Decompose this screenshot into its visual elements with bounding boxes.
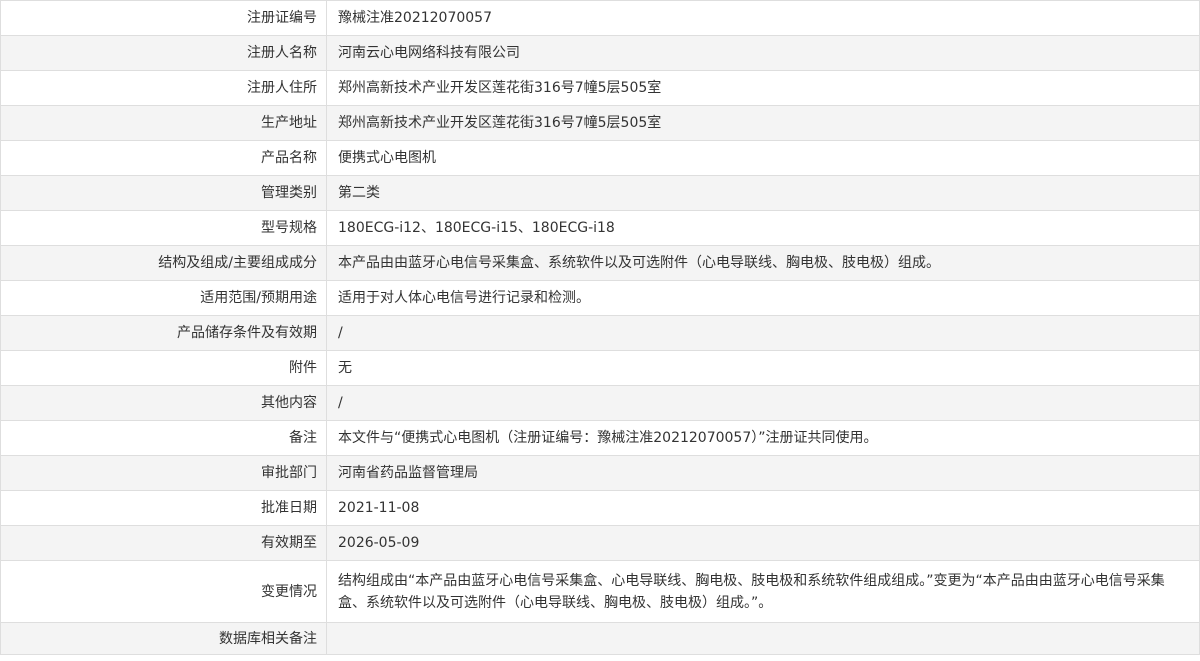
table-row: 产品储存条件及有效期 /	[0, 315, 1200, 351]
field-value-registrant-address: 郑州高新技术产业开发区莲花街316号7幢5层505室	[326, 70, 1200, 106]
field-value-management-category: 第二类	[326, 175, 1200, 211]
table-row: 注册人名称 河南云心电网络科技有限公司	[0, 35, 1200, 71]
table-row: 审批部门 河南省药品监督管理局	[0, 455, 1200, 491]
field-label-registrant-name: 注册人名称	[0, 35, 327, 71]
field-label-registrant-address: 注册人住所	[0, 70, 327, 106]
field-value-database-remarks	[326, 622, 1200, 655]
field-value-product-name: 便携式心电图机	[326, 140, 1200, 176]
field-value-structure-composition: 本产品由由蓝牙心电信号采集盒、系统软件以及可选附件（心电导联线、胸电极、肢电极）…	[326, 245, 1200, 281]
table-row: 产品名称 便携式心电图机	[0, 140, 1200, 176]
field-value-approval-department: 河南省药品监督管理局	[326, 455, 1200, 491]
field-label-attachment: 附件	[0, 350, 327, 386]
table-row: 注册证编号 豫械注准20212070057	[0, 0, 1200, 36]
field-value-production-address: 郑州高新技术产业开发区莲花街316号7幢5层505室	[326, 105, 1200, 141]
field-label-change-history: 变更情况	[0, 560, 327, 623]
field-label-structure-composition: 结构及组成/主要组成成分	[0, 245, 327, 281]
field-value-model-spec: 180ECG-i12、180ECG-i15、180ECG-i18	[326, 210, 1200, 246]
table-row: 结构及组成/主要组成成分 本产品由由蓝牙心电信号采集盒、系统软件以及可选附件（心…	[0, 245, 1200, 281]
field-label-production-address: 生产地址	[0, 105, 327, 141]
table-row: 生产地址 郑州高新技术产业开发区莲花街316号7幢5层505室	[0, 105, 1200, 141]
field-label-database-remarks: 数据库相关备注	[0, 622, 327, 655]
field-label-storage-validity: 产品储存条件及有效期	[0, 315, 327, 351]
field-label-model-spec: 型号规格	[0, 210, 327, 246]
field-value-attachment: 无	[326, 350, 1200, 386]
field-value-registration-number: 豫械注准20212070057	[326, 0, 1200, 36]
table-row: 注册人住所 郑州高新技术产业开发区莲花街316号7幢5层505室	[0, 70, 1200, 106]
table-row: 变更情况 结构组成由“本产品由蓝牙心电信号采集盒、心电导联线、胸电极、肢电极和系…	[0, 560, 1200, 623]
field-value-remarks: 本文件与“便携式心电图机（注册证编号：豫械注准20212070057）”注册证共…	[326, 420, 1200, 456]
field-value-valid-until: 2026-05-09	[326, 525, 1200, 561]
field-label-intended-use: 适用范围/预期用途	[0, 280, 327, 316]
table-row: 批准日期 2021-11-08	[0, 490, 1200, 526]
field-label-registration-number: 注册证编号	[0, 0, 327, 36]
field-label-valid-until: 有效期至	[0, 525, 327, 561]
table-row: 附件 无	[0, 350, 1200, 386]
table-row: 适用范围/预期用途 适用于对人体心电信号进行记录和检测。	[0, 280, 1200, 316]
table-row: 有效期至 2026-05-09	[0, 525, 1200, 561]
registration-info-table: 注册证编号 豫械注准20212070057 注册人名称 河南云心电网络科技有限公…	[0, 0, 1200, 655]
field-value-change-history: 结构组成由“本产品由蓝牙心电信号采集盒、心电导联线、胸电极、肢电极和系统软件组成…	[326, 560, 1200, 623]
field-value-other-content: /	[326, 385, 1200, 421]
field-value-storage-validity: /	[326, 315, 1200, 351]
field-value-registrant-name: 河南云心电网络科技有限公司	[326, 35, 1200, 71]
field-label-approval-department: 审批部门	[0, 455, 327, 491]
table-row: 数据库相关备注	[0, 622, 1200, 655]
table-row: 其他内容 /	[0, 385, 1200, 421]
table-row: 备注 本文件与“便携式心电图机（注册证编号：豫械注准20212070057）”注…	[0, 420, 1200, 456]
field-label-product-name: 产品名称	[0, 140, 327, 176]
table-row: 型号规格 180ECG-i12、180ECG-i15、180ECG-i18	[0, 210, 1200, 246]
field-label-remarks: 备注	[0, 420, 327, 456]
field-value-intended-use: 适用于对人体心电信号进行记录和检测。	[326, 280, 1200, 316]
field-label-other-content: 其他内容	[0, 385, 327, 421]
field-label-approval-date: 批准日期	[0, 490, 327, 526]
table-row: 管理类别 第二类	[0, 175, 1200, 211]
field-value-approval-date: 2021-11-08	[326, 490, 1200, 526]
field-label-management-category: 管理类别	[0, 175, 327, 211]
